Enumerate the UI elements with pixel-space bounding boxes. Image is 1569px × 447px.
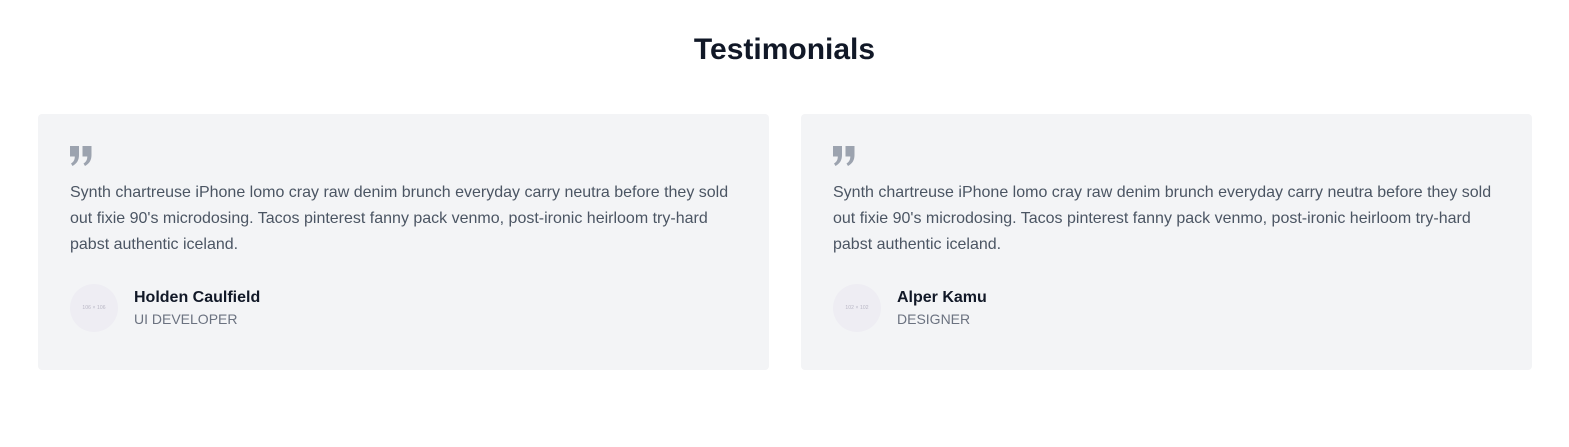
- quote-icon: [70, 146, 92, 166]
- avatar-placeholder-text: 106 × 106: [82, 305, 106, 311]
- testimonials-section: Testimonials Synth chartreuse iPhone lom…: [0, 0, 1569, 447]
- author-name: Holden Caulfield: [134, 289, 261, 306]
- testimonial-card: Synth chartreuse iPhone lomo cray raw de…: [38, 114, 769, 370]
- author-info: Alper Kamu DESIGNER: [897, 287, 987, 329]
- testimonial-author: 106 × 106 Holden Caulfield UI DEVELOPER: [70, 284, 737, 332]
- testimonial-cards: Synth chartreuse iPhone lomo cray raw de…: [38, 114, 1533, 370]
- testimonial-quote: Synth chartreuse iPhone lomo cray raw de…: [833, 184, 1492, 253]
- author-info: Holden Caulfield UI DEVELOPER: [134, 287, 260, 329]
- quote-icon: [833, 146, 855, 166]
- page-title: Testimonials: [693, 33, 876, 66]
- author-name: Alper Kamu: [897, 289, 987, 306]
- testimonial-quote: Synth chartreuse iPhone lomo cray raw de…: [70, 184, 729, 253]
- author-role: DESIGNER: [897, 311, 971, 327]
- testimonial-card: Synth chartreuse iPhone lomo cray raw de…: [801, 114, 1532, 370]
- avatar: 106 × 106: [70, 284, 118, 332]
- avatar: 102 × 102: [833, 284, 881, 332]
- testimonial-author: 102 × 102 Alper Kamu DESIGNER: [833, 284, 1500, 332]
- avatar-placeholder-text: 102 × 102: [845, 305, 869, 311]
- author-role: UI DEVELOPER: [134, 311, 238, 327]
